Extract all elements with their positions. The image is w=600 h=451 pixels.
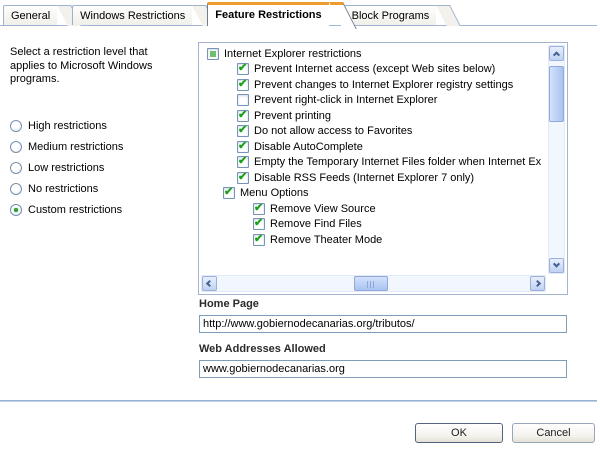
web-addresses-allowed-input[interactable] — [199, 360, 567, 378]
bottom-divider — [0, 400, 597, 402]
radio-low-restrictions[interactable]: Low restrictions — [10, 161, 123, 174]
checkbox[interactable] — [237, 94, 249, 106]
tree-row-label: Disable AutoComplete — [253, 141, 363, 153]
tree-row-disable-autocomplete[interactable]: Disable AutoComplete — [199, 139, 545, 155]
radio-icon[interactable] — [10, 183, 22, 195]
feature-restrictions-dialog: General Windows Restrictions Feature Res… — [0, 0, 600, 451]
tree-row-empty-temp-files[interactable]: Empty the Temporary Internet Files folde… — [199, 155, 545, 171]
tree-row-label: Remove Find Files — [269, 218, 362, 230]
chevron-left-icon — [206, 280, 213, 287]
radio-icon[interactable] — [10, 204, 22, 216]
radio-icon[interactable] — [10, 120, 22, 132]
checkbox[interactable] — [253, 203, 265, 215]
restrictions-tree: Internet Explorer restrictions Prevent I… — [199, 46, 545, 248]
checkbox[interactable] — [237, 125, 249, 137]
checkbox[interactable] — [223, 187, 235, 199]
tree-row-ie-restrictions[interactable]: Internet Explorer restrictions — [199, 46, 545, 62]
ok-button[interactable]: OK — [415, 423, 503, 443]
checkbox[interactable] — [237, 79, 249, 91]
chevron-down-icon — [553, 261, 560, 268]
radio-label: Low restrictions — [28, 162, 104, 174]
vertical-scrollbar[interactable] — [548, 45, 565, 274]
radio-label: Medium restrictions — [28, 141, 123, 153]
radio-custom-restrictions[interactable]: Custom restrictions — [10, 203, 123, 216]
tree-row-label: Remove View Source — [269, 203, 376, 215]
radio-no-restrictions[interactable]: No restrictions — [10, 182, 123, 195]
tree-row-label: Internet Explorer restrictions — [223, 48, 362, 60]
tree-row-prevent-registry-changes[interactable]: Prevent changes to Internet Explorer reg… — [199, 77, 545, 93]
radio-label: Custom restrictions — [28, 204, 122, 216]
checkbox[interactable] — [207, 48, 219, 60]
radio-high-restrictions[interactable]: High restrictions — [10, 119, 123, 132]
radio-medium-restrictions[interactable]: Medium restrictions — [10, 140, 123, 153]
horizontal-scrollbar-thumb[interactable] — [354, 276, 388, 291]
checkbox[interactable] — [253, 234, 265, 246]
radio-label: No restrictions — [28, 183, 98, 195]
radio-icon[interactable] — [10, 141, 22, 153]
tab-windows-restrictions[interactable]: Windows Restrictions — [72, 5, 192, 25]
chevron-right-icon — [534, 280, 541, 287]
chevron-up-icon — [553, 51, 560, 58]
tab-general[interactable]: General — [3, 5, 57, 25]
checkbox[interactable] — [237, 172, 249, 184]
tree-row-remove-view-source[interactable]: Remove View Source — [199, 201, 545, 217]
horizontal-scrollbar[interactable] — [201, 275, 546, 292]
cancel-button[interactable]: Cancel — [512, 423, 595, 443]
restrictions-tree-panel: Internet Explorer restrictions Prevent I… — [198, 42, 568, 295]
checkbox[interactable] — [237, 63, 249, 75]
radio-icon[interactable] — [10, 162, 22, 174]
tree-row-label: Prevent Internet access (except Web site… — [253, 63, 495, 75]
tree-row-prevent-right-click[interactable]: Prevent right-click in Internet Explorer — [199, 93, 545, 109]
vertical-scrollbar-thumb[interactable] — [549, 66, 564, 122]
home-page-input[interactable] — [199, 315, 567, 333]
scroll-left-button[interactable] — [202, 276, 217, 291]
tree-row-label: Prevent printing — [253, 110, 331, 122]
scroll-right-button[interactable] — [530, 276, 545, 291]
web-addresses-allowed-label: Web Addresses Allowed — [199, 343, 326, 355]
tree-row-label: Empty the Temporary Internet Files folde… — [253, 156, 541, 168]
tree-row-remove-theater-mode[interactable]: Remove Theater Mode — [199, 232, 545, 248]
tree-row-remove-find-files[interactable]: Remove Find Files — [199, 217, 545, 233]
restriction-level-description: Select a restriction level that applies … — [10, 46, 168, 87]
tree-row-label: Menu Options — [239, 187, 308, 199]
tab-block-programs[interactable]: Block Programs — [344, 5, 437, 25]
tree-row-disable-rss-feeds[interactable]: Disable RSS Feeds (Internet Explorer 7 o… — [199, 170, 545, 186]
scroll-down-button[interactable] — [549, 258, 564, 273]
tree-row-label: Prevent changes to Internet Explorer reg… — [253, 79, 513, 91]
tree-row-label: Remove Theater Mode — [269, 234, 382, 246]
checkbox[interactable] — [237, 141, 249, 153]
checkbox[interactable] — [237, 110, 249, 122]
scroll-up-button[interactable] — [549, 46, 564, 61]
restriction-level-radio-group: High restrictions Medium restrictions Lo… — [10, 119, 123, 216]
tabbar: General Windows Restrictions Feature Res… — [3, 2, 436, 26]
radio-label: High restrictions — [28, 120, 107, 132]
tree-row-prevent-internet-access[interactable]: Prevent Internet access (except Web site… — [199, 62, 545, 78]
checkbox[interactable] — [237, 156, 249, 168]
tree-row-label: Prevent right-click in Internet Explorer — [253, 94, 437, 106]
checkbox[interactable] — [253, 218, 265, 230]
tree-row-label: Do not allow access to Favorites — [253, 125, 412, 137]
tree-row-label: Disable RSS Feeds (Internet Explorer 7 o… — [253, 172, 474, 184]
tree-row-menu-options[interactable]: Menu Options — [199, 186, 545, 202]
tree-row-prevent-printing[interactable]: Prevent printing — [199, 108, 545, 124]
home-page-label: Home Page — [199, 298, 259, 310]
tab-feature-restrictions[interactable]: Feature Restrictions — [207, 2, 328, 26]
tree-row-no-favorites-access[interactable]: Do not allow access to Favorites — [199, 124, 545, 140]
